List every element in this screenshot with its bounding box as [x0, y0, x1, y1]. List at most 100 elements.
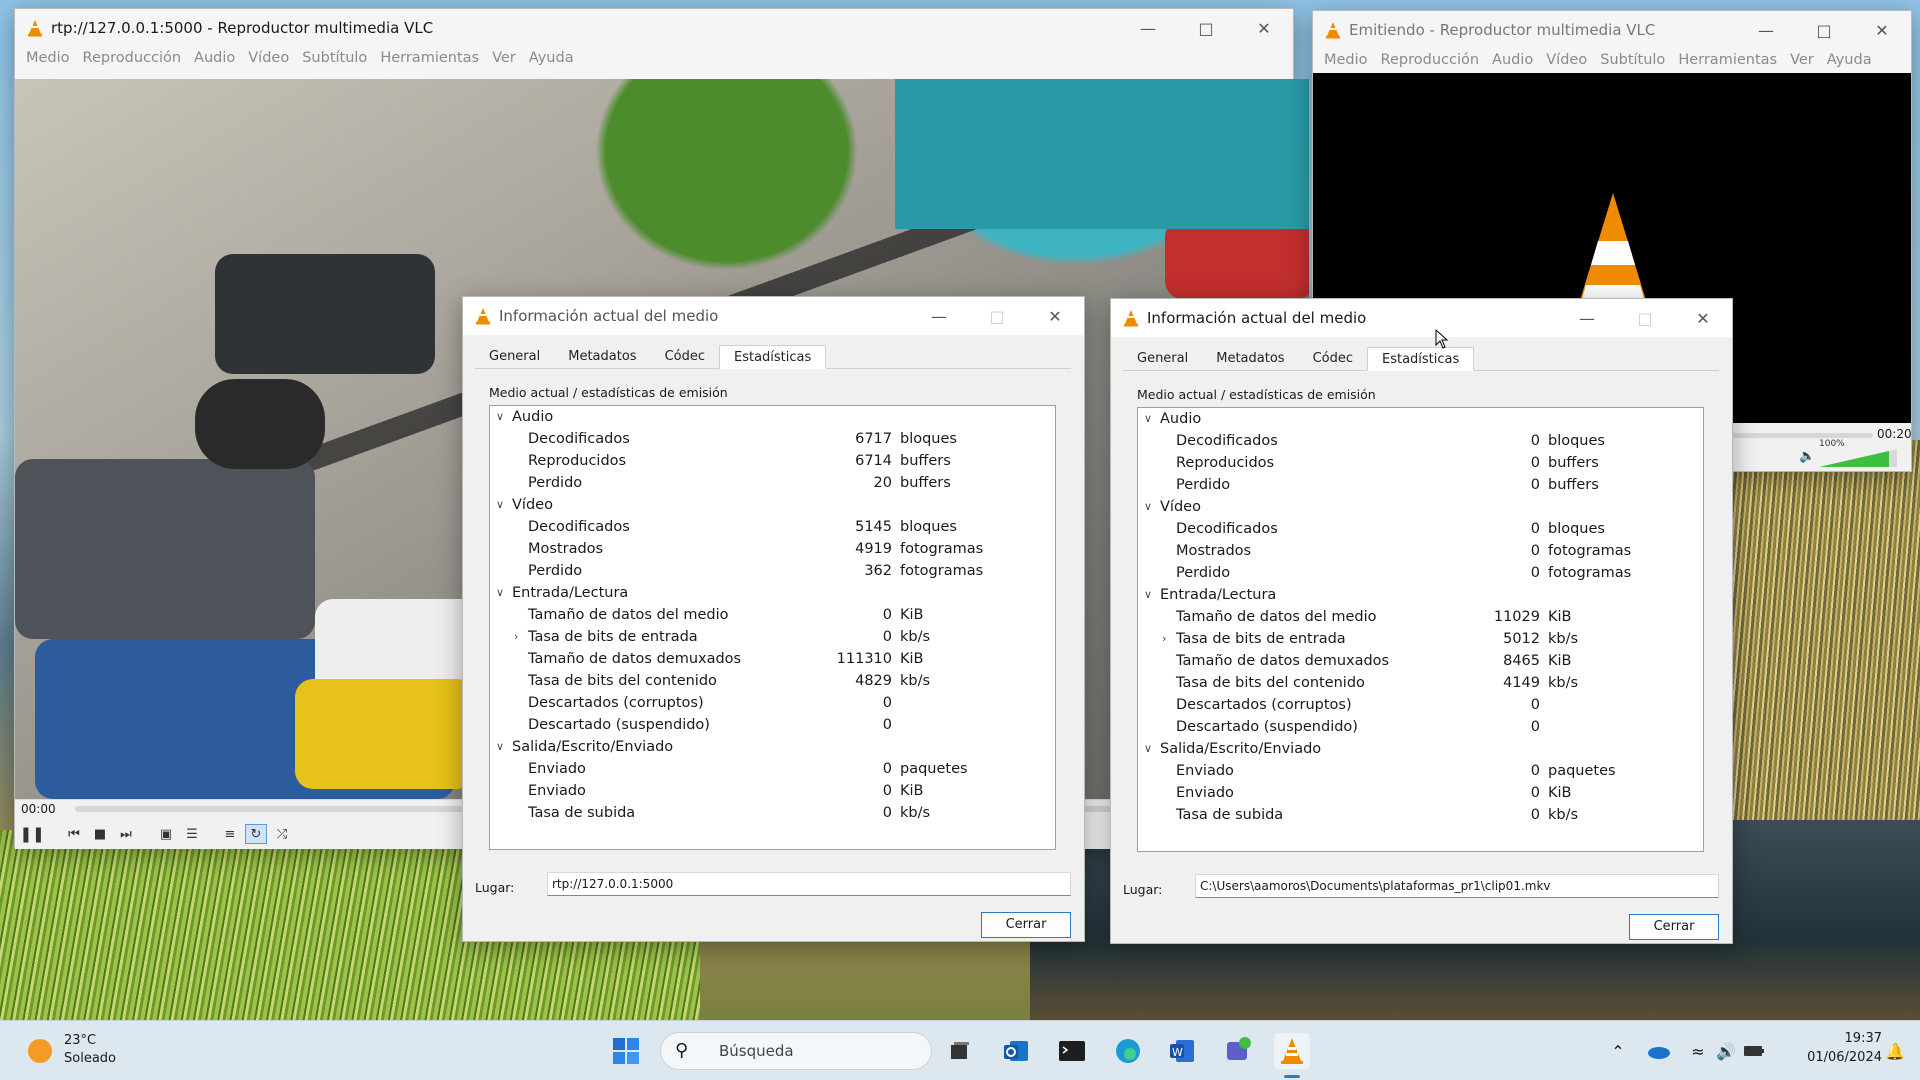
stats-row[interactable]: Perdido 0 buffers	[1138, 474, 1703, 496]
stats-row[interactable]: Perdido 362 fotogramas	[490, 560, 1055, 582]
menu-subtitulo[interactable]: Subtítulo	[297, 50, 375, 66]
main-titlebar[interactable]: rtp://127.0.0.1:5000 - Reproductor multi…	[15, 9, 1293, 47]
close-button[interactable]: ✕	[1674, 299, 1732, 337]
stats-row[interactable]: Enviado 0 paquetes	[490, 758, 1055, 780]
menu-medio[interactable]: Medio	[21, 50, 78, 66]
stats-tree[interactable]: ∨ Audio Decodificados 6717 bloques Reproducid…	[489, 405, 1056, 850]
stop-button[interactable]: ■	[89, 824, 111, 844]
close-button[interactable]: ✕	[1235, 9, 1293, 47]
previous-button[interactable]: ⏮	[63, 824, 85, 844]
minimize-button[interactable]: —	[1558, 299, 1616, 337]
tab-general[interactable]: General	[475, 345, 554, 369]
shuffle-button[interactable]: ⤮	[271, 824, 293, 844]
tab-estadisticas[interactable]: Estadísticas	[719, 345, 827, 369]
close-dialog-button[interactable]: Cerrar	[1629, 914, 1719, 940]
search-box[interactable]: ⚲ Búsqueda	[660, 1032, 932, 1070]
next-button[interactable]: ⏭	[115, 824, 137, 844]
minimize-button[interactable]: —	[910, 297, 968, 335]
stats-row[interactable]: Decodificados 0 bloques	[1138, 430, 1703, 452]
menu-ver[interactable]: Ver	[1785, 52, 1822, 68]
stats-tree[interactable]: ∨ Audio Decodificados 0 bloques Reproducidos 0…	[1137, 407, 1704, 852]
pause-button[interactable]: ❚❚	[19, 824, 44, 844]
close-button[interactable]: ✕	[1026, 297, 1084, 335]
tab-general[interactable]: General	[1123, 347, 1202, 371]
chevron-down-icon[interactable]: ∨	[1144, 738, 1152, 760]
weather-widget[interactable]: 23°C Soleado	[24, 1031, 154, 1071]
stats-row[interactable]: Descartados (corruptos) 0	[490, 692, 1055, 714]
word-icon[interactable]: W	[1164, 1033, 1200, 1069]
chevron-down-icon[interactable]: ∨	[496, 406, 504, 428]
chevron-down-icon[interactable]: ∨	[1144, 584, 1152, 606]
menu-medio[interactable]: Medio	[1319, 52, 1376, 68]
menu-subtitulo[interactable]: Subtítulo	[1595, 52, 1673, 68]
terminal-icon[interactable]	[1054, 1033, 1090, 1069]
chevron-down-icon[interactable]: ∨	[1144, 496, 1152, 518]
close-dialog-button[interactable]: Cerrar	[981, 912, 1071, 938]
chevron-right-icon[interactable]: ›	[514, 626, 518, 648]
battery-icon[interactable]	[1736, 1033, 1772, 1069]
stats-row[interactable]: Perdido 20 buffers	[490, 472, 1055, 494]
stats-row[interactable]: Tamaño de datos demuxados 111310 KiB	[490, 648, 1055, 670]
onedrive-icon[interactable]	[1640, 1033, 1676, 1069]
playlist-button[interactable]: ≡	[219, 824, 241, 844]
chevron-up-icon[interactable]: ⌃	[1600, 1033, 1636, 1069]
location-field[interactable]: rtp://127.0.0.1:5000	[547, 872, 1071, 896]
stats-category[interactable]: ∨ Vídeo	[490, 494, 1055, 516]
stats-row[interactable]: Decodificados 0 bloques	[1138, 518, 1703, 540]
tab-metadatos[interactable]: Metadatos	[1202, 347, 1298, 371]
start-button[interactable]	[608, 1033, 644, 1069]
chevron-down-icon[interactable]: ∨	[496, 736, 504, 758]
volume-slider[interactable]	[1819, 449, 1897, 467]
tab-metadatos[interactable]: Metadatos	[554, 345, 650, 369]
stats-row[interactable]: Tamaño de datos del medio 0 KiB	[490, 604, 1055, 626]
stats-category[interactable]: ∨ Vídeo	[1138, 496, 1703, 518]
stats-row[interactable]: › Tasa de bits de entrada 5012 kb/s	[1138, 628, 1703, 650]
tab-codec[interactable]: Códec	[1299, 347, 1367, 371]
menu-video[interactable]: Vídeo	[243, 50, 297, 66]
stats-category[interactable]: ∨ Salida/Escrito/Enviado	[490, 736, 1055, 758]
maximize-button[interactable]: □	[1795, 11, 1853, 49]
fullscreen-button[interactable]: ▣	[155, 824, 177, 844]
edge-browser-icon[interactable]	[1110, 1033, 1146, 1069]
chevron-down-icon[interactable]: ∨	[1144, 408, 1152, 430]
stats-row[interactable]: Tamaño de datos del medio 11029 KiB	[1138, 606, 1703, 628]
close-button[interactable]: ✕	[1853, 11, 1911, 49]
notification-bell-icon[interactable]: 🔔	[1880, 1033, 1910, 1069]
menu-video[interactable]: Vídeo	[1541, 52, 1595, 68]
minimize-button[interactable]: —	[1737, 11, 1795, 49]
stats-row[interactable]: Tamaño de datos demuxados 8465 KiB	[1138, 650, 1703, 672]
stats-row[interactable]: Tasa de subida 0 kb/s	[1138, 804, 1703, 826]
stats-row[interactable]: › Tasa de bits de entrada 0 kb/s	[490, 626, 1055, 648]
stats-row[interactable]: Tasa de subida 0 kb/s	[490, 802, 1055, 824]
extended-settings-button[interactable]: ☰	[181, 824, 203, 844]
teams-icon[interactable]	[1220, 1033, 1256, 1069]
stats-category[interactable]: ∨ Salida/Escrito/Enviado	[1138, 738, 1703, 760]
task-view-icon[interactable]	[942, 1033, 978, 1069]
minimize-button[interactable]: —	[1119, 9, 1177, 47]
dialog-titlebar[interactable]: Información actual del medio — □ ✕	[1111, 299, 1732, 337]
stats-category[interactable]: ∨ Audio	[1138, 408, 1703, 430]
chevron-down-icon[interactable]: ∨	[496, 494, 504, 516]
stats-row[interactable]: Tasa de bits del contenido 4829 kb/s	[490, 670, 1055, 692]
maximize-button[interactable]: □	[968, 297, 1026, 335]
menu-reproduccion[interactable]: Reproducción	[78, 50, 190, 66]
stats-row[interactable]: Reproducidos 0 buffers	[1138, 452, 1703, 474]
vlc-taskbar-icon[interactable]	[1274, 1033, 1310, 1069]
menu-audio[interactable]: Audio	[189, 50, 243, 66]
stats-row[interactable]: Reproducidos 6714 buffers	[490, 450, 1055, 472]
outlook-icon[interactable]	[998, 1033, 1034, 1069]
stats-row[interactable]: Descartado (suspendido) 0	[490, 714, 1055, 736]
stream-titlebar[interactable]: Emitiendo - Reproductor multimedia VLC —…	[1313, 11, 1911, 49]
stream-seek-bar[interactable]	[1733, 433, 1873, 438]
stats-row[interactable]: Tasa de bits del contenido 4149 kb/s	[1138, 672, 1703, 694]
chevron-right-icon[interactable]: ›	[1162, 628, 1166, 650]
loop-button[interactable]: ↻	[245, 824, 267, 844]
menu-ayuda[interactable]: Ayuda	[524, 50, 582, 66]
menu-ayuda[interactable]: Ayuda	[1822, 52, 1880, 68]
menu-ver[interactable]: Ver	[487, 50, 524, 66]
stats-category[interactable]: ∨ Audio	[490, 406, 1055, 428]
stats-row[interactable]: Mostrados 0 fotogramas	[1138, 540, 1703, 562]
maximize-button[interactable]: □	[1177, 9, 1235, 47]
stats-row[interactable]: Enviado 0 paquetes	[1138, 760, 1703, 782]
menu-audio[interactable]: Audio	[1487, 52, 1541, 68]
